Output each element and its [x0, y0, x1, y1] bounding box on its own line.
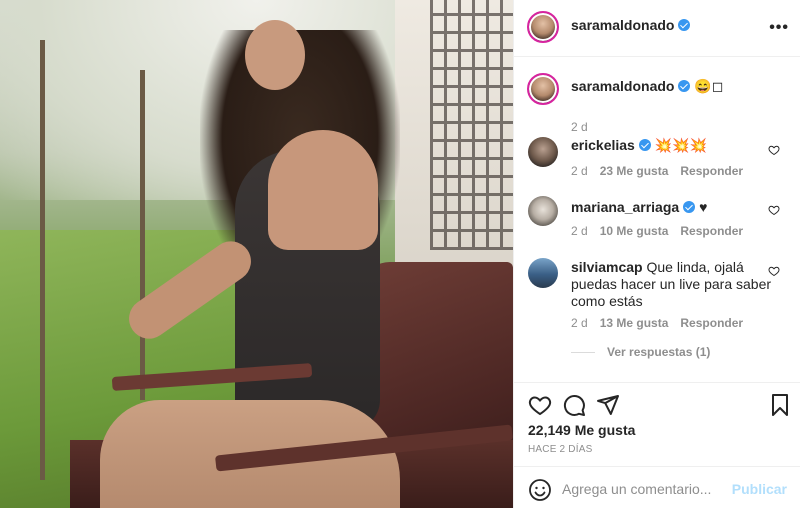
photo-window-grate — [430, 0, 513, 250]
comment-age[interactable]: 2 d — [571, 316, 588, 330]
comment-item: erickelias 💥💥💥 2 d 23 Me gusta Responder — [514, 137, 800, 187]
photo-face — [245, 20, 305, 90]
like-heart-icon[interactable] — [528, 393, 552, 417]
comment-meta: 2 d 23 Me gusta Responder — [571, 164, 755, 178]
comment-likes[interactable]: 10 Me gusta — [600, 224, 669, 238]
comment-age[interactable]: 2 d — [571, 224, 588, 238]
reply-button[interactable]: Responder — [680, 164, 743, 178]
comment-text: erickelias 💥💥💥 — [571, 137, 781, 154]
emoji-icon[interactable] — [528, 478, 552, 502]
add-comment-bar: Agrega un comentario... Publicar — [514, 466, 800, 508]
photo-tree — [140, 70, 145, 400]
caption-age[interactable]: 2 d — [571, 120, 588, 134]
comment-input[interactable]: Agrega un comentario... — [562, 481, 711, 497]
post-header: saramaldonado ••• — [514, 0, 800, 57]
verified-badge-icon — [638, 139, 651, 151]
commenter-avatar[interactable] — [528, 137, 558, 167]
author-avatar[interactable] — [527, 11, 559, 43]
author-username[interactable]: saramaldonado — [571, 17, 691, 33]
caption-avatar[interactable] — [527, 73, 559, 105]
comment-meta: 2 d 10 Me gusta Responder — [571, 224, 755, 238]
view-replies-label[interactable]: Ver respuestas (1) — [607, 345, 710, 359]
author-username-text[interactable]: saramaldonado — [571, 17, 674, 33]
comment-item: silviamcap Que linda, ojalá puedas hacer… — [514, 256, 800, 366]
comment-body: 💥💥💥 — [654, 137, 708, 153]
caption-body: 😄◻ — [694, 78, 724, 94]
post-timestamp[interactable]: HACE 2 DÍAS — [528, 444, 592, 455]
verified-badge-icon — [678, 80, 691, 92]
more-options-icon[interactable]: ••• — [769, 19, 789, 37]
reply-button[interactable]: Responder — [680, 316, 743, 330]
comment-text: mariana_arriaga ♥ — [571, 199, 781, 216]
view-replies-button[interactable]: Ver respuestas (1) — [571, 345, 710, 359]
reply-button[interactable]: Responder — [680, 224, 743, 238]
post-photo[interactable] — [0, 0, 513, 508]
comment-age[interactable]: 2 d — [571, 164, 588, 178]
comment-bubble-icon[interactable] — [562, 393, 586, 417]
comment-body: ♥ — [699, 199, 708, 215]
comment-username[interactable]: mariana_arriaga — [571, 199, 679, 215]
photo-shoulder — [268, 130, 378, 250]
verified-badge-icon — [683, 201, 696, 213]
like-comment-heart-icon[interactable] — [768, 144, 780, 156]
caption-meta: 2 d — [571, 120, 600, 134]
comment-item: mariana_arriaga ♥ 2 d 10 Me gusta Responde… — [514, 196, 800, 246]
publish-button[interactable]: Publicar — [732, 481, 787, 497]
like-comment-heart-icon[interactable] — [768, 204, 780, 216]
post-panel: saramaldonado ••• saramaldonado 😄◻ 2 d e… — [513, 0, 800, 508]
caption: saramaldonado 😄◻ 2 d — [514, 73, 800, 134]
likes-count[interactable]: 22,149 Me gusta — [528, 422, 635, 438]
comment-username[interactable]: silviamcap — [571, 259, 643, 275]
caption-username[interactable]: saramaldonado — [571, 78, 674, 94]
verified-badge-icon — [678, 19, 691, 31]
comment-likes[interactable]: 23 Me gusta — [600, 164, 669, 178]
post-actions: 22,149 Me gusta HACE 2 DÍAS — [514, 382, 800, 458]
comments-list[interactable]: saramaldonado 😄◻ 2 d erickelias 💥💥💥 2 d2… — [514, 57, 800, 382]
comment-likes[interactable]: 13 Me gusta — [600, 316, 669, 330]
like-comment-heart-icon[interactable] — [768, 265, 780, 277]
comment-text: silviamcap Que linda, ojalá puedas hacer… — [571, 259, 781, 310]
share-paper-plane-icon[interactable] — [596, 393, 620, 417]
replies-divider — [571, 352, 595, 354]
commenter-avatar[interactable] — [528, 196, 558, 226]
comment-meta: 2 d 13 Me gusta Responder — [571, 316, 755, 330]
commenter-avatar[interactable] — [528, 258, 558, 288]
photo-tree — [40, 40, 45, 480]
save-bookmark-icon[interactable] — [768, 393, 792, 417]
comment-username[interactable]: erickelias — [571, 137, 635, 153]
caption-text: saramaldonado 😄◻ — [571, 78, 781, 95]
